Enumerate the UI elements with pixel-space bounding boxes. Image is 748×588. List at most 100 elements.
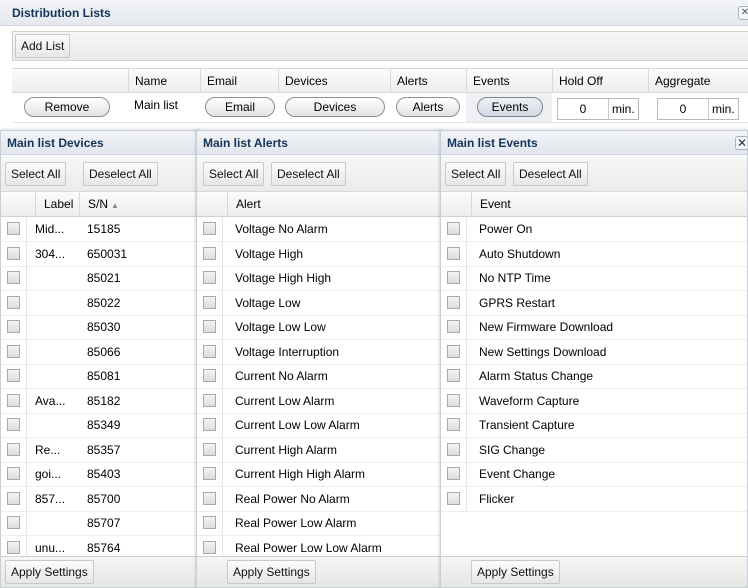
table-row[interactable]: Transient Capture [441, 413, 747, 438]
devices-col-sn-header[interactable]: S/N ▲ [79, 192, 199, 216]
checkbox-icon[interactable] [7, 393, 20, 407]
checkbox-icon[interactable] [447, 295, 460, 309]
checkbox-icon[interactable] [7, 344, 20, 358]
email-button[interactable]: Email [205, 97, 275, 117]
checkbox-icon[interactable] [447, 320, 460, 333]
table-row[interactable]: 85066 [1, 339, 199, 365]
checkbox-icon[interactable] [7, 467, 20, 480]
checkbox-icon[interactable] [203, 467, 216, 480]
table-row[interactable]: unu... 85764 [1, 535, 199, 556]
checkbox-icon[interactable] [447, 369, 460, 382]
checkbox-icon[interactable] [203, 295, 216, 309]
table-row[interactable]: New Settings Download [441, 339, 747, 365]
table-row[interactable]: Current Low Low Alarm [197, 413, 441, 438]
table-row[interactable]: Re... 85357 [1, 437, 199, 463]
table-row[interactable]: 857... 85700 [1, 486, 199, 512]
table-row[interactable]: 85022 [1, 290, 199, 316]
alerts-select-all-button[interactable]: Select All [203, 162, 265, 186]
table-row[interactable]: No NTP Time [441, 266, 747, 291]
checkbox-icon[interactable] [7, 442, 20, 456]
table-row[interactable]: New Firmware Download [441, 315, 747, 340]
aggregate-input[interactable]: 0 min. [657, 98, 739, 120]
hold-off-value[interactable]: 0 [558, 99, 608, 119]
checkbox-icon[interactable] [203, 491, 216, 505]
checkbox-icon[interactable] [203, 516, 216, 529]
checkbox-icon[interactable] [447, 271, 460, 284]
devices-deselect-all-button[interactable]: Deselect All [83, 162, 158, 186]
checkbox-icon[interactable] [447, 467, 460, 480]
aggregate-value[interactable]: 0 [658, 99, 708, 119]
table-row[interactable]: Real Power No Alarm [197, 486, 441, 512]
table-row[interactable]: Voltage High [197, 241, 441, 267]
table-row[interactable]: GPRS Restart [441, 290, 747, 316]
events-deselect-all-button[interactable]: Deselect All [513, 162, 588, 186]
add-list-button[interactable]: Add List [15, 34, 71, 58]
checkbox-icon[interactable] [203, 222, 216, 235]
table-row[interactable]: Auto Shutdown [441, 241, 747, 267]
checkbox-icon[interactable] [7, 540, 20, 554]
checkbox-icon[interactable] [203, 271, 216, 284]
window-close-icon[interactable]: ✕ [738, 6, 748, 20]
devices-button[interactable]: Devices [285, 97, 385, 117]
table-row[interactable]: Real Power Low Low Alarm [197, 535, 441, 556]
table-row[interactable]: Ava... 85182 [1, 388, 199, 414]
checkbox-icon[interactable] [7, 295, 20, 309]
checkbox-icon[interactable] [7, 418, 20, 431]
checkbox-icon[interactable] [447, 491, 460, 505]
checkbox-icon[interactable] [203, 369, 216, 382]
checkbox-icon[interactable] [447, 222, 460, 235]
events-button[interactable]: Events [477, 97, 543, 117]
checkbox-icon[interactable] [447, 246, 460, 260]
events-apply-settings-button[interactable]: Apply Settings [471, 560, 560, 584]
events-col-event[interactable]: Event [471, 192, 737, 216]
alerts-apply-settings-button[interactable]: Apply Settings [227, 560, 316, 584]
events-panel-close-icon[interactable]: ✕ [735, 136, 747, 150]
checkbox-icon[interactable] [203, 320, 216, 333]
alerts-col-alert[interactable]: Alert [227, 192, 441, 216]
table-row[interactable]: Voltage Interruption [197, 339, 441, 365]
table-row[interactable]: Current No Alarm [197, 364, 441, 389]
table-row[interactable]: Alarm Status Change [441, 364, 747, 389]
events-select-all-button[interactable]: Select All [445, 162, 507, 186]
checkbox-icon[interactable] [203, 442, 216, 456]
table-row[interactable]: 85021 [1, 266, 199, 291]
table-row[interactable]: Voltage No Alarm [197, 217, 441, 242]
checkbox-icon[interactable] [7, 491, 20, 505]
table-row[interactable]: Current High Alarm [197, 437, 441, 463]
checkbox-icon[interactable] [447, 344, 460, 358]
checkbox-icon[interactable] [447, 418, 460, 431]
checkbox-icon[interactable] [203, 540, 216, 554]
checkbox-icon[interactable] [447, 442, 460, 456]
table-row[interactable]: Flicker [441, 486, 747, 512]
table-row[interactable]: 304... 650031 [1, 241, 199, 267]
table-row[interactable]: 85349 [1, 413, 199, 438]
devices-select-all-button[interactable]: Select All [5, 162, 67, 186]
table-row[interactable]: Voltage High High [197, 266, 441, 291]
table-row[interactable]: Power On [441, 217, 747, 242]
checkbox-icon[interactable] [7, 222, 20, 235]
table-row[interactable]: Voltage Low Low [197, 315, 441, 340]
devices-apply-settings-button[interactable]: Apply Settings [5, 560, 94, 584]
checkbox-icon[interactable] [203, 393, 216, 407]
table-row[interactable]: Mid... 15185 [1, 217, 199, 242]
table-row[interactable]: Event Change [441, 462, 747, 487]
hold-off-input[interactable]: 0 min. [557, 98, 639, 120]
checkbox-icon[interactable] [7, 271, 20, 284]
alerts-deselect-all-button[interactable]: Deselect All [271, 162, 346, 186]
checkbox-icon[interactable] [203, 246, 216, 260]
checkbox-icon[interactable] [7, 246, 20, 260]
table-row[interactable]: Current High High Alarm [197, 462, 441, 487]
remove-button[interactable]: Remove [24, 97, 110, 117]
table-row[interactable]: 85707 [1, 511, 199, 536]
devices-col-label[interactable]: Label [35, 192, 79, 216]
checkbox-icon[interactable] [7, 516, 20, 529]
table-row[interactable]: Current Low Alarm [197, 388, 441, 414]
table-row[interactable]: Voltage Low [197, 290, 441, 316]
table-row[interactable]: goi... 85403 [1, 462, 199, 487]
checkbox-icon[interactable] [7, 320, 20, 333]
alerts-button[interactable]: Alerts [396, 97, 460, 117]
table-row[interactable]: 85030 [1, 315, 199, 340]
table-row[interactable]: 85081 [1, 364, 199, 389]
table-row[interactable]: Waveform Capture [441, 388, 747, 414]
checkbox-icon[interactable] [203, 418, 216, 431]
